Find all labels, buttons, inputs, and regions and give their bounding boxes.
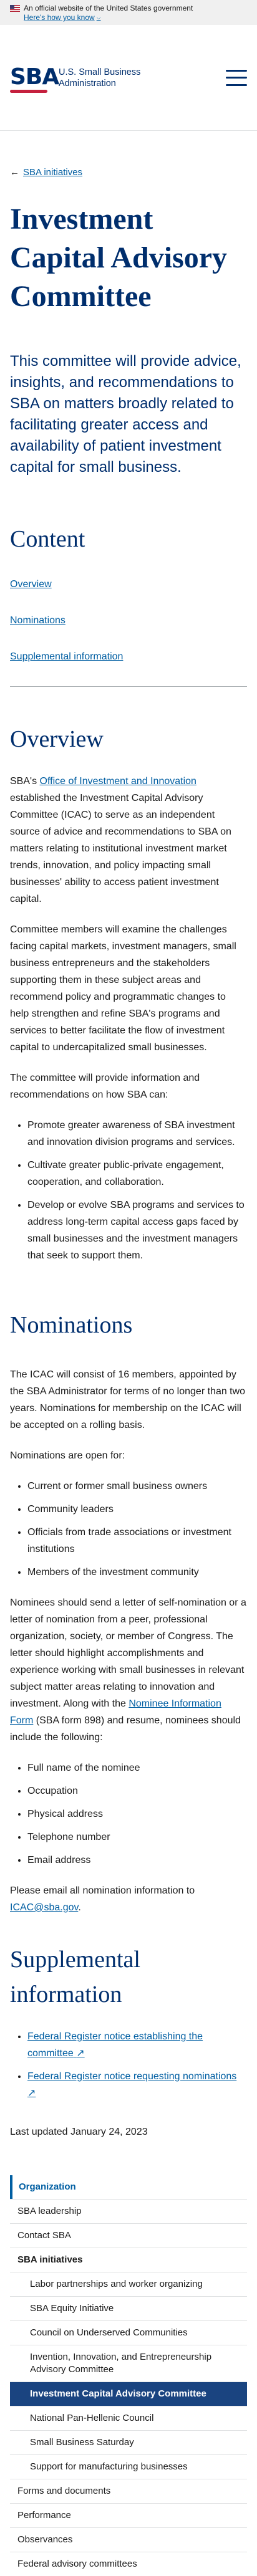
- sidenav-organization[interactable]: Organization: [10, 2175, 247, 2199]
- list-item: Occupation: [27, 1783, 247, 1799]
- chevron-down-icon: ⌵: [96, 14, 101, 21]
- external-link-icon: ↗: [76, 2048, 85, 2059]
- nominations-p3-b: (SBA form 898) and resume, nominees shou…: [10, 1715, 241, 1743]
- overview-heading: Overview: [10, 726, 104, 752]
- logo-text: U.S. Small Business Administration: [59, 67, 140, 89]
- nominations-p3-a: Nominees should send a letter of self-no…: [10, 1597, 246, 1709]
- intro-text: This committee will provide advice, insi…: [10, 353, 241, 476]
- breadcrumb: ← SBA initiatives: [0, 131, 257, 178]
- federal-register-requesting-label: Federal Register notice requesting nomin…: [27, 2071, 237, 2082]
- sidenav-item-observances[interactable]: Observances: [10, 2527, 247, 2552]
- sidenav-item-performance[interactable]: Performance: [10, 2503, 247, 2527]
- sidenav-sub-underserved-communities[interactable]: Council on Underserved Communities: [10, 2320, 247, 2345]
- side-navigation: Organization SBA leadership Contact SBA …: [10, 2175, 247, 2576]
- list-item: Physical address: [27, 1806, 247, 1822]
- list-item: Telephone number: [27, 1829, 247, 1846]
- toc-link-nominations[interactable]: Nominations: [10, 614, 247, 628]
- last-updated: Last updated January 24, 2023: [10, 2127, 148, 2137]
- overview-p1-rest: established the Investment Capital Advis…: [10, 793, 231, 904]
- logo-mark-text: SBA: [10, 64, 59, 90]
- nominations-paragraph-2: Nominations are open for:: [10, 1450, 125, 1461]
- breadcrumb-link-sba-initiatives[interactable]: SBA initiatives: [23, 167, 82, 178]
- nominations-include-list: Full name of the nominee Occupation Phys…: [10, 1760, 247, 1869]
- list-item: Develop or evolve SBA programs and servi…: [27, 1197, 247, 1264]
- overview-p1-prefix: SBA's: [10, 776, 40, 787]
- nominations-p4-end: .: [78, 1902, 81, 1913]
- list-item: Full name of the nominee: [27, 1760, 247, 1776]
- hamburger-menu-icon[interactable]: [226, 69, 247, 86]
- nominations-p4-text: Please email all nomination information …: [10, 1885, 195, 1896]
- list-item: Promote greater awareness of SBA investm…: [27, 1117, 247, 1151]
- supplemental-link-list: Federal Register notice establishing the…: [10, 2028, 247, 2102]
- sidenav-item-sba-leadership[interactable]: SBA leadership: [10, 2199, 247, 2223]
- nominations-open-list: Current or former small business owners …: [10, 1478, 247, 1581]
- list-item: Current or former small business owners: [27, 1478, 247, 1495]
- toc-link-overview[interactable]: Overview: [10, 578, 247, 591]
- sidenav-sub-small-business-saturday[interactable]: Small Business Saturday: [10, 2430, 247, 2454]
- federal-register-establishing-link[interactable]: Federal Register notice establishing the…: [27, 2031, 203, 2059]
- sidenav-sub-manufacturing[interactable]: Support for manufacturing businesses: [10, 2454, 247, 2479]
- sidenav-item-forms-documents[interactable]: Forms and documents: [10, 2479, 247, 2503]
- sba-logo-icon: SBA: [10, 62, 59, 94]
- overview-paragraph-1: SBA's Office of Investment and Innovatio…: [10, 773, 247, 907]
- page-title: Investment Capital Advisory Committee: [10, 203, 228, 313]
- supplemental-heading: Supplemental information: [10, 1946, 140, 2008]
- site-header: SBA U.S. Small Business Administration: [0, 25, 257, 131]
- heres-how-you-know-link[interactable]: Here's how you know ⌵: [24, 13, 101, 22]
- list-item: Federal Register notice requesting nomin…: [27, 2068, 247, 2102]
- logo-line-2: Administration: [59, 78, 116, 89]
- icac-email-link[interactable]: ICAC@sba.gov: [10, 1902, 78, 1913]
- external-link-icon: ↗: [27, 2088, 36, 2099]
- nominations-paragraph-4: Please email all nomination information …: [10, 1882, 247, 1916]
- supplemental-section: Federal Register notice establishing the…: [0, 2012, 257, 2102]
- office-investment-innovation-link[interactable]: Office of Investment and Innovation: [40, 776, 196, 787]
- overview-paragraph-2: Committee members will examine the chall…: [10, 924, 236, 1053]
- sba-logo-link[interactable]: SBA U.S. Small Business Administration: [10, 62, 140, 94]
- list-item: Members of the investment community: [27, 1564, 247, 1581]
- gov-banner: An official website of the United States…: [0, 0, 257, 25]
- content-heading: Content: [10, 526, 85, 552]
- sidenav-sub-equity-initiative[interactable]: SBA Equity Initiative: [10, 2296, 247, 2320]
- heres-how-you-know-label: Here's how you know: [24, 13, 95, 22]
- toc-link-supplemental[interactable]: Supplemental information: [10, 650, 247, 664]
- us-flag-icon: [10, 5, 20, 12]
- logo-line-1: U.S. Small Business: [59, 67, 141, 77]
- sidenav-sub-pan-hellenic[interactable]: National Pan-Hellenic Council: [10, 2406, 247, 2430]
- sidenav-sub-labor-partnerships[interactable]: Labor partnerships and worker organizing: [10, 2272, 247, 2296]
- list-item: Community leaders: [27, 1501, 247, 1518]
- nominations-section: The ICAC will consist of 16 members, app…: [0, 1343, 257, 1916]
- nominations-paragraph-3: Nominees should send a letter of self-no…: [10, 1594, 247, 1746]
- nominations-heading: Nominations: [10, 1312, 133, 1338]
- federal-register-requesting-link[interactable]: Federal Register notice requesting nomin…: [27, 2071, 236, 2099]
- nominations-paragraph-1: The ICAC will consist of 16 members, app…: [10, 1369, 246, 1430]
- sidenav-item-sba-initiatives[interactable]: SBA initiatives: [10, 2248, 247, 2272]
- sidenav-sub-investment-capital[interactable]: Investment Capital Advisory Committee: [10, 2382, 247, 2406]
- overview-section: SBA's Office of Investment and Innovatio…: [0, 757, 257, 1264]
- gov-banner-text: An official website of the United States…: [24, 4, 193, 12]
- list-item: Cultivate greater public-private engagem…: [27, 1157, 247, 1190]
- sidenav-sub-invention-innovation[interactable]: Invention, Innovation, and Entrepreneurs…: [10, 2345, 247, 2382]
- federal-register-establishing-label: Federal Register notice establishing the…: [27, 2031, 203, 2059]
- list-item: Email address: [27, 1852, 247, 1869]
- list-item: Federal Register notice establishing the…: [27, 2028, 247, 2062]
- list-item: Officials from trade associations or inv…: [27, 1524, 247, 1558]
- table-of-contents: Overview Nominations Supplemental inform…: [0, 557, 257, 664]
- sidenav-item-contact-sba[interactable]: Contact SBA: [10, 2223, 247, 2248]
- overview-paragraph-3: The committee will provide information a…: [10, 1073, 200, 1100]
- overview-bullet-list: Promote greater awareness of SBA investm…: [10, 1117, 247, 1264]
- logo-swoosh: [10, 89, 47, 93]
- sidenav-item-federal-advisory[interactable]: Federal advisory committees: [10, 2552, 247, 2576]
- arrow-left-icon: ←: [10, 167, 19, 178]
